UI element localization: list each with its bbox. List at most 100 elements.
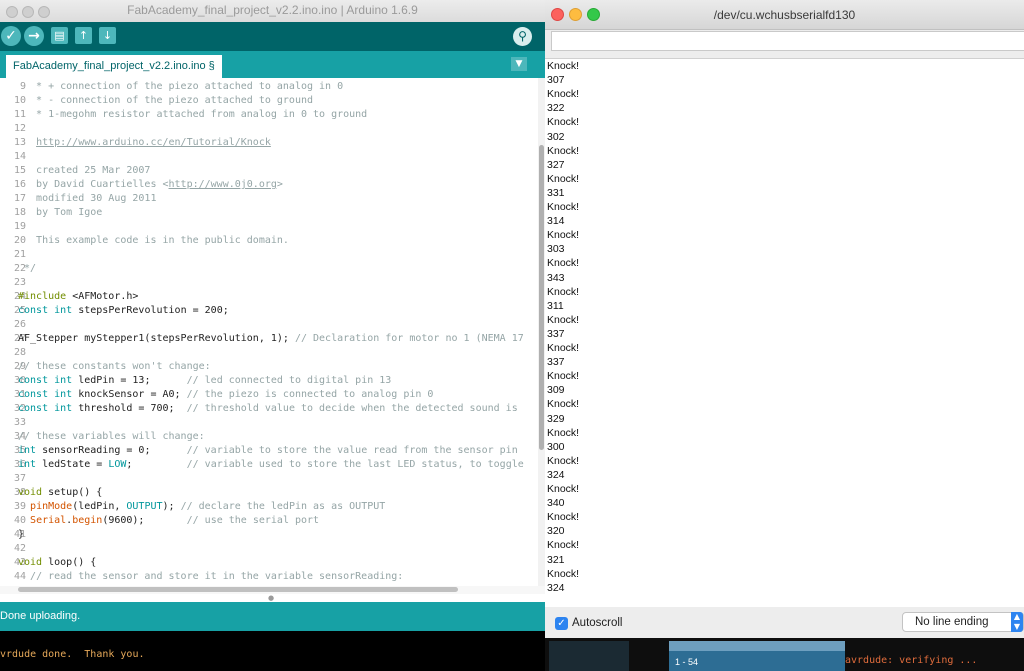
serial-output-line: Knock!	[547, 285, 580, 298]
serial-output-line: Knock!	[547, 229, 580, 242]
line-number: 21	[13, 249, 26, 260]
code-line[interactable]: // these variables will change:	[18, 430, 205, 444]
code-line[interactable]: void loop() {	[18, 556, 96, 570]
code-token: AF_Stepper myStepper1(stepsPerRevolution…	[18, 333, 295, 344]
background-panel	[549, 641, 629, 671]
serial-output-line: 327	[547, 158, 565, 171]
ide-status-bar: Done uploading.	[0, 602, 545, 631]
code-token: * 1-megohm resistor attached from analog…	[18, 109, 368, 120]
serial-output-line: 303	[547, 243, 565, 256]
code-line[interactable]: const int knockSensor = A0; // the piezo…	[18, 388, 433, 402]
code-line[interactable]: by David Cuartielles <http://www.0j0.org…	[18, 178, 283, 192]
line-number: 26	[13, 319, 26, 330]
code-token: // threshold value to decide when the de…	[186, 403, 518, 414]
code-token: Serial	[30, 515, 67, 526]
editor-horizontal-scroll-thumb[interactable]	[18, 587, 458, 592]
code-line[interactable]: }	[18, 528, 24, 542]
serial-output-line: Knock!	[547, 172, 580, 185]
code-editor[interactable]: 9 * + connection of the piezo attached t…	[0, 78, 538, 586]
code-token: (ledPin,	[72, 501, 127, 512]
upload-status-text: Done uploading.	[0, 610, 81, 622]
code-token: >	[276, 179, 283, 190]
serial-output-line: 321	[547, 553, 565, 566]
line-number: 37	[13, 473, 26, 484]
code-token: */	[18, 263, 37, 274]
new-sketch-icon[interactable]: ▤	[51, 27, 68, 44]
serial-output-line: Knock!	[547, 342, 580, 354]
code-token: ;	[126, 459, 187, 470]
code-token: );	[162, 501, 181, 512]
code-line[interactable]: http://www.arduino.cc/en/Tutorial/Knock	[18, 136, 271, 150]
editor-vertical-scroll-thumb[interactable]	[539, 145, 544, 450]
code-line[interactable]: const int stepsPerRevolution = 200;	[18, 304, 229, 318]
serial-output-line: Knock!	[547, 426, 580, 439]
verify-icon[interactable]: ✓	[1, 26, 21, 46]
code-token: int	[18, 445, 43, 456]
code-token: }	[18, 529, 25, 540]
serial-output-line: 331	[547, 186, 565, 199]
tab-menu-chevron-down-icon[interactable]: ▼	[511, 57, 527, 71]
code-token: // variable used to store the last LED s…	[186, 459, 524, 470]
serial-output-line: 314	[547, 215, 565, 228]
code-token: const int	[18, 305, 79, 316]
line-number: 19	[13, 221, 26, 232]
serial-output-line: Knock!	[547, 370, 580, 383]
tab-sketch[interactable]: FabAcademy_final_project_v2.2.ino.ino §	[6, 55, 222, 78]
code-token: knockSensor = A0;	[78, 389, 187, 400]
split-gripper-icon[interactable]: ●	[268, 594, 274, 602]
code-line[interactable]: * + connection of the piezo attached to …	[18, 80, 343, 94]
code-token: stepsPerRevolution = 200;	[78, 305, 229, 316]
serial-output-line: Knock!	[547, 257, 580, 270]
code-line[interactable]: const int ledPin = 13; // led connected …	[18, 374, 391, 388]
line-number: 41	[13, 529, 26, 540]
code-line[interactable]: This example code is in the public domai…	[18, 234, 289, 248]
code-line[interactable]: // these constants won't change:	[18, 360, 211, 374]
ide-console: vrdude done. Thank you.	[0, 631, 545, 671]
code-line[interactable]: int sensorReading = 0; // variable to st…	[18, 444, 518, 458]
serial-output-line: Knock!	[547, 60, 580, 72]
serial-output-line: 300	[547, 440, 565, 453]
background-blue-bar	[669, 641, 845, 651]
serial-monitor-icon[interactable]: ⚲	[513, 27, 532, 46]
code-token: * - connection of the piezo attached to …	[18, 95, 314, 106]
code-token: created 25 Mar 2007	[18, 165, 151, 176]
code-line[interactable]: modified 30 Aug 2011	[18, 192, 156, 206]
serial-output-line: Knock!	[547, 201, 580, 213]
serial-output-line: Knock!	[547, 454, 580, 467]
serial-send-input[interactable]	[551, 31, 1024, 51]
code-token: // Declaration for motor no 1 (NEMA 17	[294, 333, 524, 344]
ide-titlebar: FabAcademy_final_project_v2.2.ino.ino | …	[0, 0, 545, 23]
autoscroll-checkbox[interactable]: ✓	[555, 617, 568, 630]
code-line[interactable]: created 25 Mar 2007	[18, 164, 150, 178]
line-ending-value: No line ending	[915, 616, 989, 628]
serial-output-line: 302	[547, 130, 565, 143]
code-line[interactable]: AF_Stepper myStepper1(stepsPerRevolution…	[18, 332, 524, 346]
code-token: // these constants won't change:	[18, 361, 211, 372]
upload-icon[interactable]: →	[24, 26, 44, 46]
line-ending-select[interactable]: No line ending ▲ ▼	[902, 612, 1024, 632]
open-sketch-icon[interactable]: ↑	[75, 27, 92, 44]
code-line[interactable]: by Tom Igoe	[18, 206, 102, 220]
serial-output-line: 324	[547, 468, 565, 481]
code-line[interactable]: void setup() {	[18, 486, 102, 500]
serial-output-line: 337	[547, 356, 565, 369]
serial-output-area[interactable]: Knock! 307 Knock! 322 Knock! 302 Knock! 327 Knoc…	[545, 58, 1024, 607]
code-line[interactable]: * - connection of the piezo attached to …	[18, 94, 313, 108]
code-line[interactable]: * 1-megohm resistor attached from analog…	[18, 108, 367, 122]
code-token: #include	[18, 291, 73, 302]
code-line[interactable]: #include <AFMotor.h>	[18, 290, 138, 304]
serial-output-line: Knock!	[547, 116, 580, 129]
code-token: setup() {	[48, 487, 103, 498]
code-line[interactable]: // read the sensor and store it in the v…	[18, 570, 403, 584]
serial-output-line: 309	[547, 384, 565, 397]
save-sketch-icon[interactable]: ↓	[99, 27, 116, 44]
code-line[interactable]: Serial.begin(9600); // use the serial po…	[18, 514, 319, 528]
code-line[interactable]: */	[18, 262, 36, 276]
serial-output-line: Knock!	[547, 144, 580, 157]
code-token: sensorReading = 0;	[42, 445, 187, 456]
code-line[interactable]: pinMode(ledPin, OUTPUT); // declare the …	[18, 500, 385, 514]
code-line[interactable]: int ledState = LOW; // variable used to …	[18, 458, 524, 472]
code-line[interactable]: const int threshold = 700; // threshold …	[18, 402, 518, 416]
code-token: threshold = 700;	[78, 403, 187, 414]
